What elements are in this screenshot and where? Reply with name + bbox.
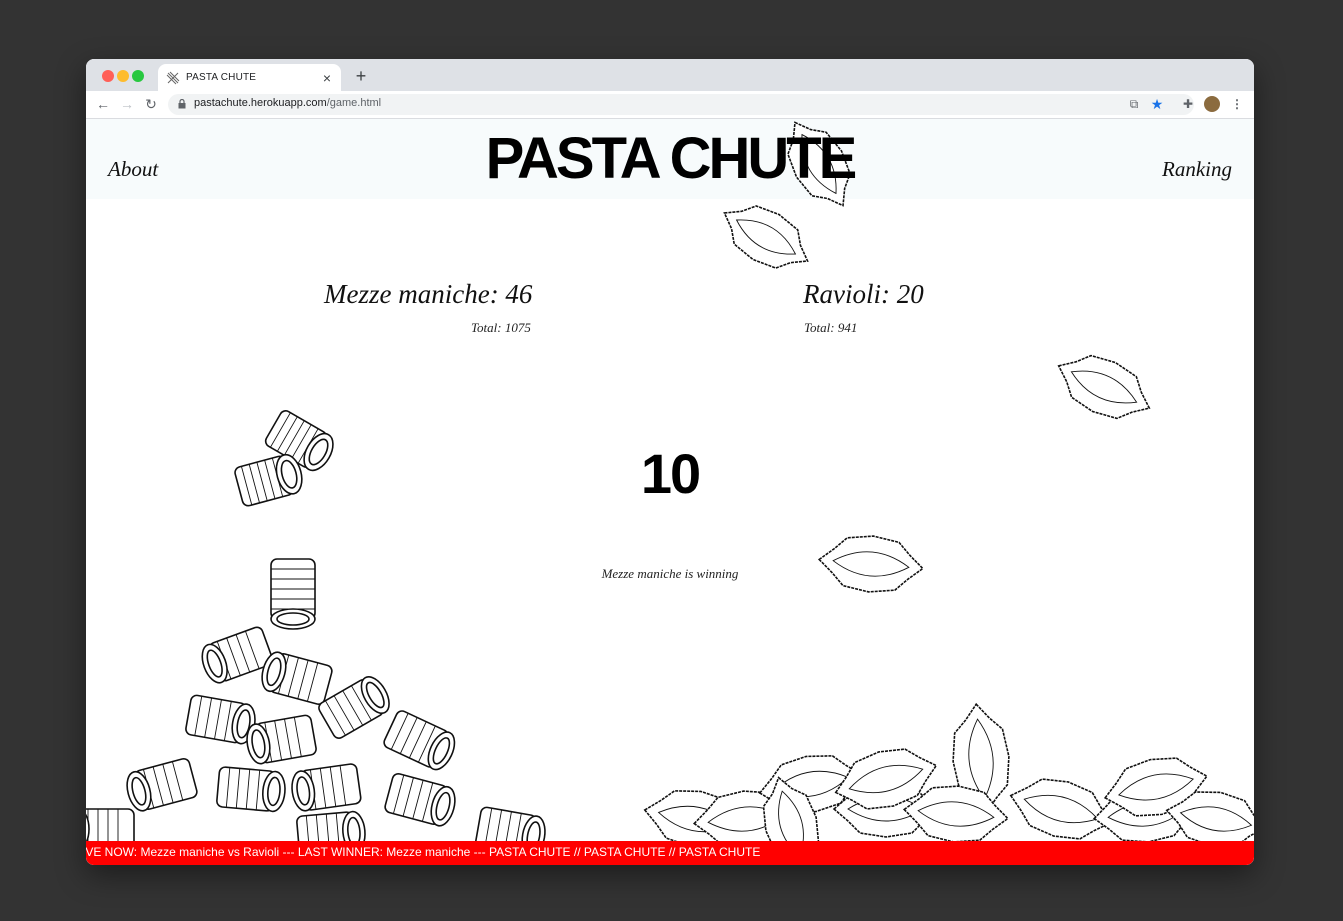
reload-icon[interactable]: ↻ [142,95,160,113]
news-ticker: IVE NOW: Mezze maniche vs Ravioli --- LA… [86,841,1254,865]
translate-icon[interactable]: ⧉ [1126,96,1142,112]
puzzle-icon[interactable]: ✚ [1180,96,1196,112]
right-total-label: Total: 941 [804,320,858,335]
new-tab-button[interactable]: + [351,66,371,86]
tab-title: PASTA CHUTE [186,72,257,83]
site-title: PASTA CHUTE [485,126,858,191]
lock-icon [178,99,186,109]
title-bar: PASTA CHUTE × + [86,59,1254,91]
ticker-text: IVE NOW: Mezze maniche vs Ravioli --- LA… [86,845,761,859]
back-icon[interactable]: ← [94,95,112,113]
browser-window: PASTA CHUTE × + ← → ↻ pastachute.herokua… [86,59,1254,865]
close-window-button[interactable] [102,70,114,82]
minimize-window-button[interactable] [117,70,129,82]
countdown-timer: 10 [640,442,701,505]
page-content: About PASTA CHUTE Ranking Mezze maniche:… [86,119,1254,865]
left-score-label: Mezze maniche: 46 [324,279,533,309]
maximize-window-button[interactable] [132,70,144,82]
browser-toolbar: ← → ↻ pastachute.herokuapp.com/game.html… [86,91,1254,119]
mezze-maniche-pile [86,558,551,865]
right-score-label: Ravioli: 20 [803,279,924,309]
winning-status: Mezze maniche is winning [601,566,739,581]
url-path: /game.html [326,97,382,109]
left-total-label: Total: 1075 [471,320,531,335]
ranking-link[interactable]: Ranking [1162,157,1232,182]
menu-icon[interactable]: ⋮ [1229,96,1245,112]
favicon-icon [166,71,180,84]
avatar[interactable] [1204,96,1220,112]
tab-close-icon[interactable]: × [317,71,337,85]
url-text: pastachute.herokuapp.com/game.html [194,97,381,109]
url-host: pastachute.herokuapp.com [194,97,327,109]
forward-icon[interactable]: → [118,95,136,113]
address-bar[interactable]: pastachute.herokuapp.com/game.html [168,94,1194,115]
browser-tab[interactable]: PASTA CHUTE × [158,64,341,91]
star-icon[interactable]: ★ [1149,96,1165,112]
